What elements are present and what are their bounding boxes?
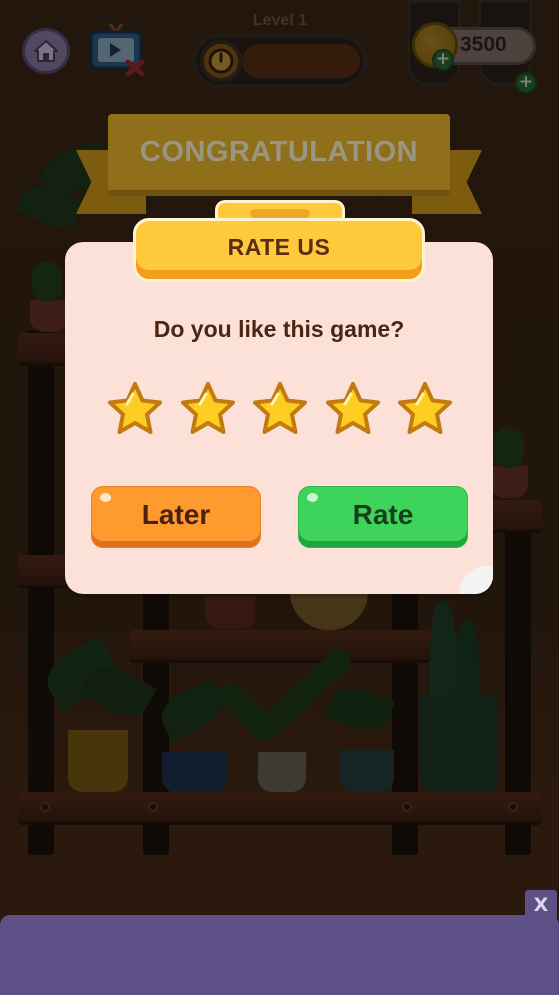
dialog-header: RATE US [133,200,425,284]
button-gloss [307,493,318,502]
header-tab-body: RATE US [133,218,425,282]
star-rating [105,380,455,440]
rate-button-label: Rate [352,498,414,530]
star-icon-2[interactable] [178,380,238,438]
congratulation-banner: CONGRATULATION [108,114,450,196]
header-notch [250,209,310,218]
dialog-title: RATE US [227,233,331,260]
ad-banner[interactable] [0,915,559,995]
banner-title: CONGRATULATION [139,135,419,168]
later-button[interactable]: Later [91,486,261,548]
rate-button[interactable]: Rate [298,486,468,548]
button-gloss [100,493,111,502]
star-icon-5[interactable] [395,380,455,438]
star-icon-4[interactable] [323,380,383,438]
dialog-question: Do you like this game? [153,316,405,342]
ad-close-button[interactable]: X [525,890,557,920]
star-icon-1[interactable] [105,380,165,438]
star-icon-3[interactable] [250,380,310,438]
later-button-label: Later [141,498,211,530]
